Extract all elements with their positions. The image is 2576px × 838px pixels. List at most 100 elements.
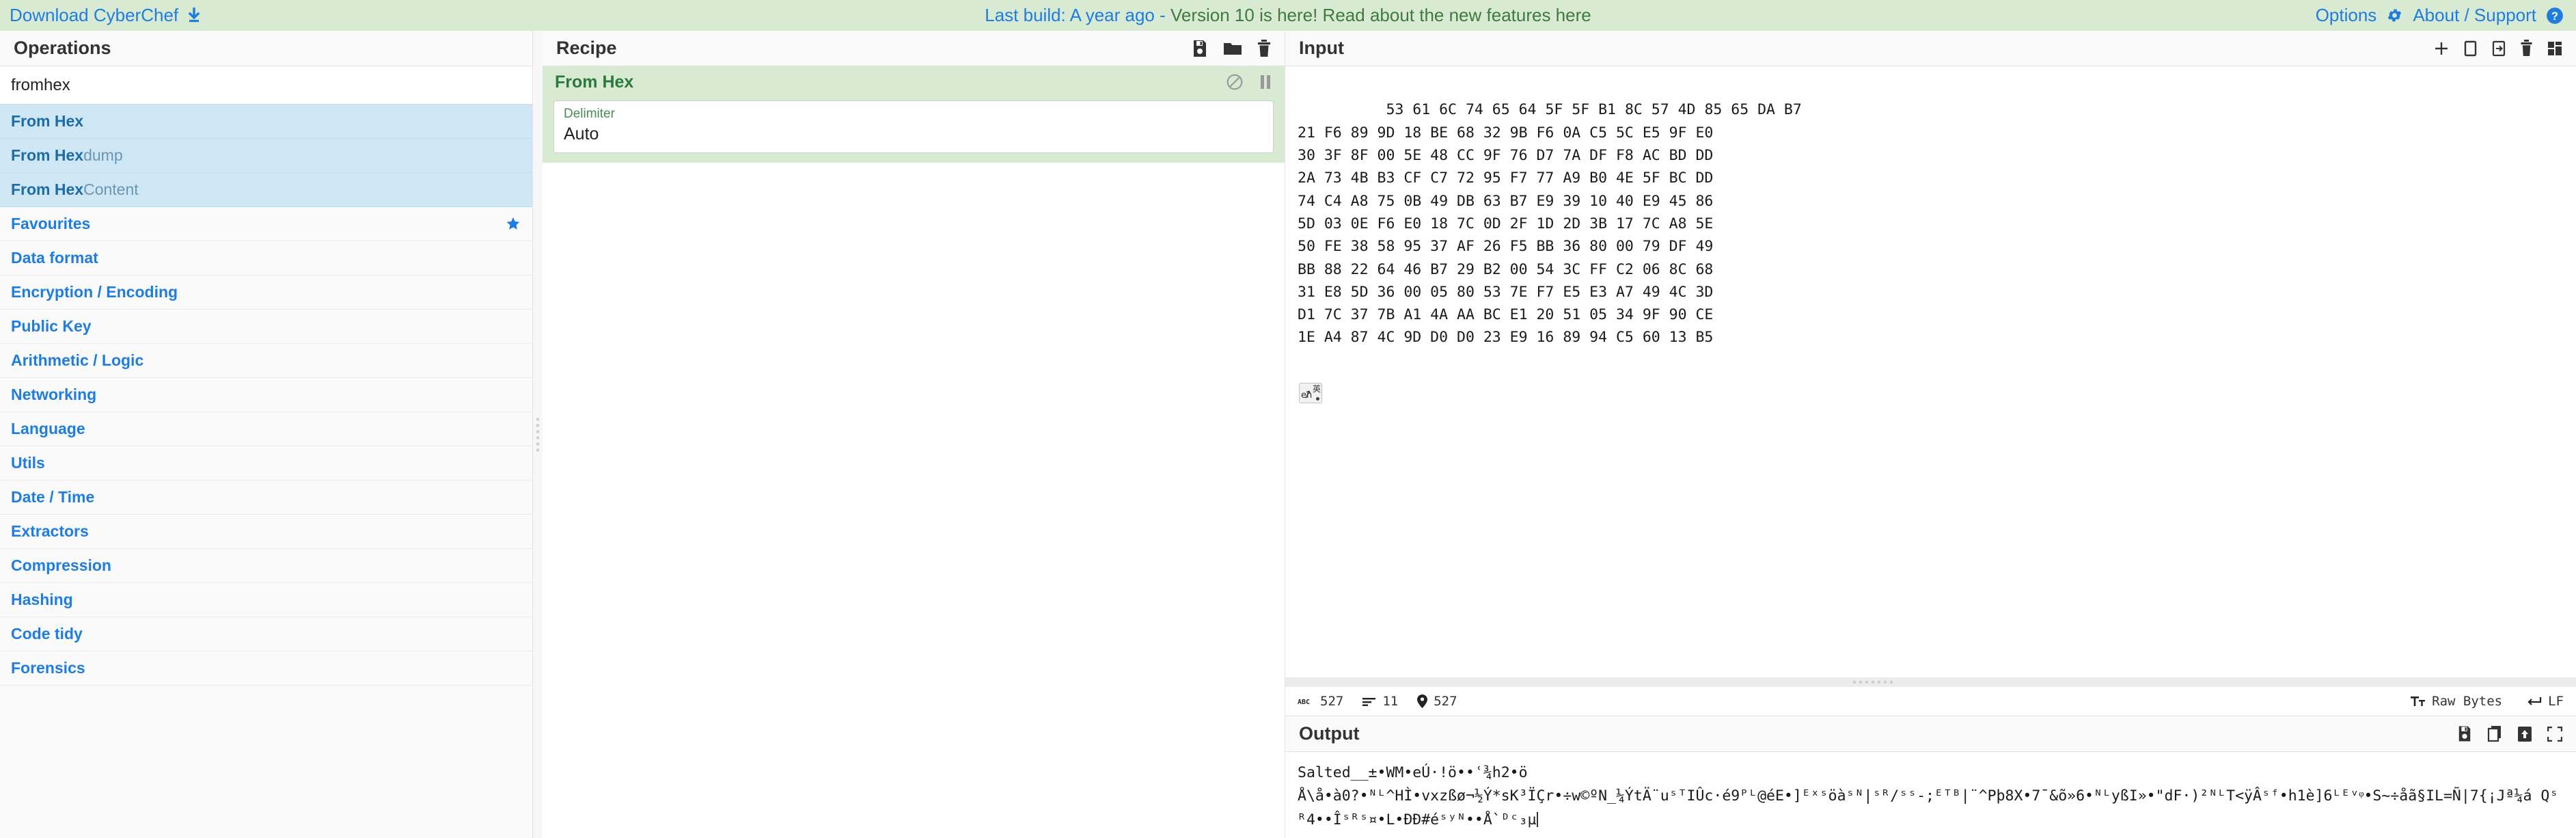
category-label: Extractors bbox=[11, 522, 89, 540]
input-lines-group: 11 bbox=[1362, 694, 1398, 709]
operations-panel: Operations From Hex From Hexdump From He… bbox=[0, 31, 533, 838]
open-input-icon[interactable] bbox=[2492, 40, 2506, 57]
ime-en-label: en bbox=[1301, 390, 1313, 401]
recipe-panel-title: Recipe bbox=[543, 31, 1285, 66]
enter-icon bbox=[2527, 696, 2542, 707]
abc-icon: ABC bbox=[1298, 697, 1314, 706]
sidebar-item-code-tidy[interactable]: Code tidy bbox=[0, 617, 532, 651]
star-icon bbox=[505, 216, 521, 232]
gear-icon[interactable] bbox=[2386, 7, 2403, 24]
map-pin-icon bbox=[1417, 694, 1428, 708]
input-title-text: Input bbox=[1299, 38, 1344, 58]
input-encoding-value: Raw Bytes bbox=[2432, 694, 2503, 709]
output-line-1: Salted__±•WM•eÚ·!ö••ʿ¾h2•ö bbox=[1298, 764, 1528, 781]
input-panel: Input 53 61 6C 74 65 64 5F 5F B1 8C 57 4… bbox=[1285, 31, 2576, 716]
op-result-dim: dump bbox=[83, 146, 123, 164]
recipe-operation-name: From Hex bbox=[555, 72, 634, 92]
trash-icon[interactable] bbox=[1257, 39, 1271, 57]
banner-right-group: Options About / Support ? bbox=[2316, 5, 2564, 26]
operation-result-from-hexdump[interactable]: From Hex dump bbox=[0, 139, 532, 173]
operation-result-from-hex[interactable]: From Hex bbox=[0, 105, 532, 139]
recipe-operation-from-hex[interactable]: From Hex Delimiter Auto bbox=[543, 66, 1285, 163]
sidebar-item-extractors[interactable]: Extractors bbox=[0, 515, 532, 549]
operations-recipe-splitter[interactable] bbox=[533, 31, 543, 838]
input-eol-group[interactable]: LF bbox=[2527, 694, 2564, 709]
svg-text:ABC: ABC bbox=[1298, 699, 1310, 706]
operation-result-from-hex-content[interactable]: From Hex Content bbox=[0, 173, 532, 207]
sidebar-item-data-format[interactable]: Data format bbox=[0, 241, 532, 275]
about-support-link[interactable]: About / Support bbox=[2413, 5, 2536, 26]
operations-search-wrap bbox=[0, 66, 532, 105]
sidebar-item-networking[interactable]: Networking bbox=[0, 378, 532, 412]
sidebar-item-public-key[interactable]: Public Key bbox=[0, 310, 532, 344]
new-features-link[interactable]: Version 10 is here! Read about the new f… bbox=[1170, 5, 1591, 25]
io-panel: Input 53 61 6C 74 65 64 5F 5F B1 8C 57 4… bbox=[1285, 31, 2576, 838]
options-link[interactable]: Options bbox=[2316, 5, 2377, 26]
category-label: Data format bbox=[11, 249, 98, 267]
clear-icon[interactable] bbox=[2521, 40, 2532, 57]
font-icon bbox=[2411, 696, 2426, 707]
open-folder-icon[interactable] bbox=[2464, 40, 2477, 57]
pause-icon[interactable] bbox=[1259, 74, 1272, 90]
ime-indicator-icon: ↗ 英 en bbox=[1299, 383, 1322, 404]
input-length-value: 527 bbox=[1320, 694, 1344, 709]
splitter-grip-icon bbox=[536, 418, 539, 451]
input-hex-content: 53 61 6C 74 65 64 5F 5F B1 8C 57 4D 85 6… bbox=[1298, 101, 1802, 347]
recipe-title-text: Recipe bbox=[556, 38, 617, 58]
main-area: Operations From Hex From Hexdump From He… bbox=[0, 31, 2576, 838]
ime-dot bbox=[1316, 397, 1319, 401]
output-title-icons bbox=[2457, 725, 2562, 742]
category-label: Networking bbox=[11, 386, 97, 403]
category-label: Public Key bbox=[11, 317, 92, 335]
category-label: Code tidy bbox=[11, 625, 83, 643]
top-banner: Download CyberChef Last build: A year ag… bbox=[0, 0, 2576, 31]
reset-layout-icon[interactable] bbox=[2547, 41, 2562, 56]
output-editor[interactable]: Salted__±•WM•eÚ·!ö••ʿ¾h2•ö Å\å•à0?•ᴺᴸ^HÌ… bbox=[1285, 752, 2576, 838]
add-tab-icon[interactable] bbox=[2434, 41, 2449, 56]
sidebar-item-hashing[interactable]: Hashing bbox=[0, 583, 532, 617]
folder-icon[interactable] bbox=[1223, 40, 1242, 57]
input-output-splitter[interactable] bbox=[1285, 677, 2576, 687]
ime-jp-label: 英 bbox=[1312, 384, 1321, 394]
lines-icon bbox=[1362, 697, 1376, 706]
save-icon[interactable] bbox=[2457, 725, 2472, 742]
recipe-argument-delimiter[interactable]: Delimiter Auto bbox=[553, 100, 1274, 154]
sidebar-item-utils[interactable]: Utils bbox=[0, 446, 532, 481]
question-circle-icon[interactable]: ? bbox=[2546, 7, 2564, 25]
input-title-icons bbox=[2434, 40, 2562, 57]
maximise-icon[interactable] bbox=[2547, 726, 2562, 742]
op-result-dim: Content bbox=[83, 180, 139, 198]
replace-input-icon[interactable] bbox=[2517, 726, 2532, 742]
output-title-text: Output bbox=[1299, 723, 1360, 744]
output-caret bbox=[1536, 811, 1538, 827]
disable-icon[interactable] bbox=[1226, 73, 1244, 91]
input-encoding-group[interactable]: Raw Bytes bbox=[2411, 694, 2502, 709]
category-label: Language bbox=[11, 420, 85, 437]
sidebar-item-arithmetic-logic[interactable]: Arithmetic / Logic bbox=[0, 344, 532, 378]
recipe-operation-icons bbox=[1226, 73, 1272, 91]
input-length-group: ABC 527 bbox=[1298, 694, 1343, 709]
input-status-bar: ABC 527 11 527 Raw Bytes LF bbox=[1285, 687, 2576, 716]
cyberchef-app: Download CyberChef Last build: A year ag… bbox=[0, 0, 2576, 838]
sidebar-item-date-time[interactable]: Date / Time bbox=[0, 481, 532, 515]
operations-panel-title: Operations bbox=[0, 31, 532, 66]
input-position-value: 527 bbox=[1434, 694, 1457, 709]
sidebar-item-favourites[interactable]: Favourites bbox=[0, 207, 532, 241]
category-label: Encryption / Encoding bbox=[11, 283, 178, 301]
input-lines-value: 11 bbox=[1382, 694, 1399, 709]
save-icon[interactable] bbox=[1192, 40, 1208, 57]
sidebar-item-forensics[interactable]: Forensics bbox=[0, 651, 532, 686]
input-eol-value: LF bbox=[2548, 694, 2564, 709]
copy-icon[interactable] bbox=[2487, 725, 2502, 742]
sidebar-item-encryption-encoding[interactable]: Encryption / Encoding bbox=[0, 275, 532, 310]
op-result-bold: From Hex bbox=[11, 180, 84, 198]
sidebar-item-compression[interactable]: Compression bbox=[0, 549, 532, 583]
category-label: Hashing bbox=[11, 591, 73, 608]
input-editor[interactable]: 53 61 6C 74 65 64 5F 5F B1 8C 57 4D 85 6… bbox=[1285, 66, 2576, 677]
sidebar-item-language[interactable]: Language bbox=[0, 412, 532, 446]
search-input[interactable] bbox=[0, 66, 532, 104]
op-result-bold: From Hex bbox=[11, 146, 84, 164]
input-panel-title: Input bbox=[1285, 31, 2576, 66]
argument-value[interactable]: Auto bbox=[564, 123, 1263, 146]
category-label: Date / Time bbox=[11, 488, 95, 506]
